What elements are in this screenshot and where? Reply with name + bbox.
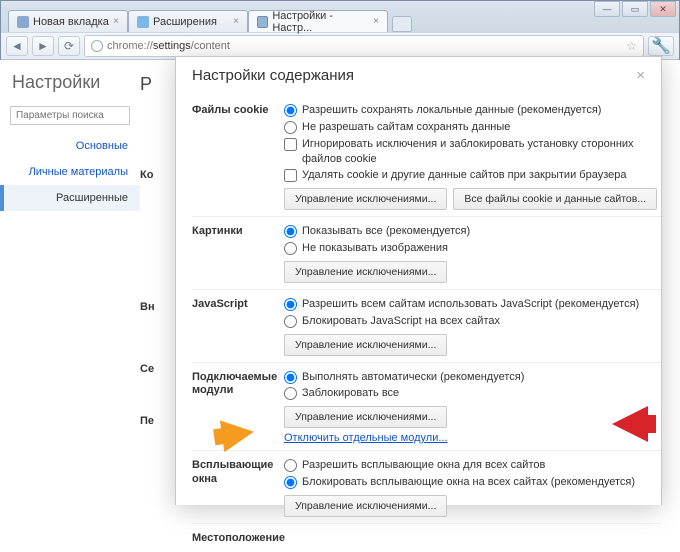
window-titlebar xyxy=(0,0,680,8)
close-tab-icon[interactable]: × xyxy=(233,16,239,27)
close-tab-icon[interactable]: × xyxy=(113,16,119,27)
tab-extensions[interactable]: Расширения × xyxy=(128,10,248,32)
section-popups: Всплывающие окна Разрешить всплывающие о… xyxy=(192,450,661,523)
sidebar-link-advanced[interactable]: Расширенные xyxy=(0,185,140,211)
section-cookies: Файлы cookie Разрешить сохранять локальн… xyxy=(192,94,661,216)
close-window-button[interactable]: ✕ xyxy=(650,1,676,17)
section-location: Местоположение xyxy=(192,523,661,552)
settings-icon xyxy=(257,16,268,28)
images-show-radio[interactable]: Показывать все (рекомендуется) xyxy=(284,223,661,240)
tab-settings[interactable]: Настройки - Настр... × xyxy=(248,10,388,32)
section-javascript: JavaScript Разрешить всем сайтам использ… xyxy=(192,289,661,362)
settings-search-input[interactable] xyxy=(10,106,130,125)
close-tab-icon[interactable]: × xyxy=(373,16,379,27)
cookies-alldata-button[interactable]: Все файлы cookie и данные сайтов... xyxy=(453,188,657,210)
bookmark-star-icon[interactable]: ☆ xyxy=(626,39,637,53)
page-title: Настройки xyxy=(0,68,140,105)
cookies-clearonexit-checkbox[interactable]: Удалять cookie и другие данные сайтов пр… xyxy=(284,167,661,184)
obscured-content: Р Ко Вн Се Пе xyxy=(140,60,170,505)
tab-new[interactable]: Новая вкладка × xyxy=(8,10,128,32)
extension-icon xyxy=(137,16,149,28)
address-bar[interactable]: chrome://settings/content ☆ xyxy=(84,35,644,57)
popups-exceptions-button[interactable]: Управление исключениями... xyxy=(284,495,447,517)
section-label: Местоположение xyxy=(192,530,284,546)
window-controls: — ▭ ✕ xyxy=(594,1,676,17)
new-tab-button[interactable] xyxy=(392,16,412,32)
images-hide-radio[interactable]: Не показывать изображения xyxy=(284,240,661,257)
plugins-auto-radio[interactable]: Выполнять автоматически (рекомендуется) xyxy=(284,369,661,386)
cookies-block-radio[interactable]: Не разрешать сайтам сохранять данные xyxy=(284,119,661,136)
section-images: Картинки Показывать все (рекомендуется) … xyxy=(192,216,661,289)
tab-label: Расширения xyxy=(153,16,217,28)
plugins-block-radio[interactable]: Заблокировать все xyxy=(284,385,661,402)
settings-sidebar: Настройки Основные Личные материалы Расш… xyxy=(0,60,140,505)
tab-label: Новая вкладка xyxy=(33,16,109,28)
js-exceptions-button[interactable]: Управление исключениями... xyxy=(284,334,447,356)
modal-title: Настройки содержания xyxy=(192,67,354,84)
section-label: Всплывающие окна xyxy=(192,457,284,517)
disable-plugins-link[interactable]: Отключить отдельные модули... xyxy=(284,432,448,444)
plugins-exceptions-button[interactable]: Управление исключениями... xyxy=(284,406,447,428)
section-label: Картинки xyxy=(192,223,284,283)
js-block-radio[interactable]: Блокировать JavaScript на всех сайтах xyxy=(284,313,661,330)
back-button[interactable]: ◄ xyxy=(6,36,28,56)
sidebar-link-personal[interactable]: Личные материалы xyxy=(0,159,140,185)
tab-label: Настройки - Настр... xyxy=(272,10,369,34)
popups-block-radio[interactable]: Блокировать всплывающие окна на всех сай… xyxy=(284,474,661,491)
cookies-exceptions-button[interactable]: Управление исключениями... xyxy=(284,188,447,210)
annotation-arrow-orange xyxy=(220,416,256,452)
reload-button[interactable]: ⟳ xyxy=(58,36,80,56)
maximize-button[interactable]: ▭ xyxy=(622,1,648,17)
forward-button[interactable]: ► xyxy=(32,36,54,56)
annotation-arrow-red xyxy=(612,406,648,442)
url-text: chrome://settings/content xyxy=(107,40,230,52)
images-exceptions-button[interactable]: Управление исключениями... xyxy=(284,261,447,283)
js-allow-radio[interactable]: Разрешить всем сайтам использовать JavaS… xyxy=(284,296,661,313)
tab-strip: Новая вкладка × Расширения × Настройки - Н… xyxy=(0,8,680,32)
globe-icon xyxy=(91,40,103,52)
wrench-menu-button[interactable]: 🔧 xyxy=(648,36,674,56)
page-icon xyxy=(17,16,29,28)
cookies-thirdparty-checkbox[interactable]: Игнорировать исключения и заблокировать … xyxy=(284,136,661,168)
popups-allow-radio[interactable]: Разрешить всплывающие окна для всех сайт… xyxy=(284,457,661,474)
section-label: JavaScript xyxy=(192,296,284,356)
cookies-allow-radio[interactable]: Разрешить сохранять локальные данные (ре… xyxy=(284,102,661,119)
sidebar-link-basic[interactable]: Основные xyxy=(0,133,140,159)
section-label: Файлы cookie xyxy=(192,102,284,210)
section-plugins: Подключаемые модули Выполнять автоматиче… xyxy=(192,362,661,451)
minimize-button[interactable]: — xyxy=(594,1,620,17)
modal-close-button[interactable]: × xyxy=(636,67,645,84)
